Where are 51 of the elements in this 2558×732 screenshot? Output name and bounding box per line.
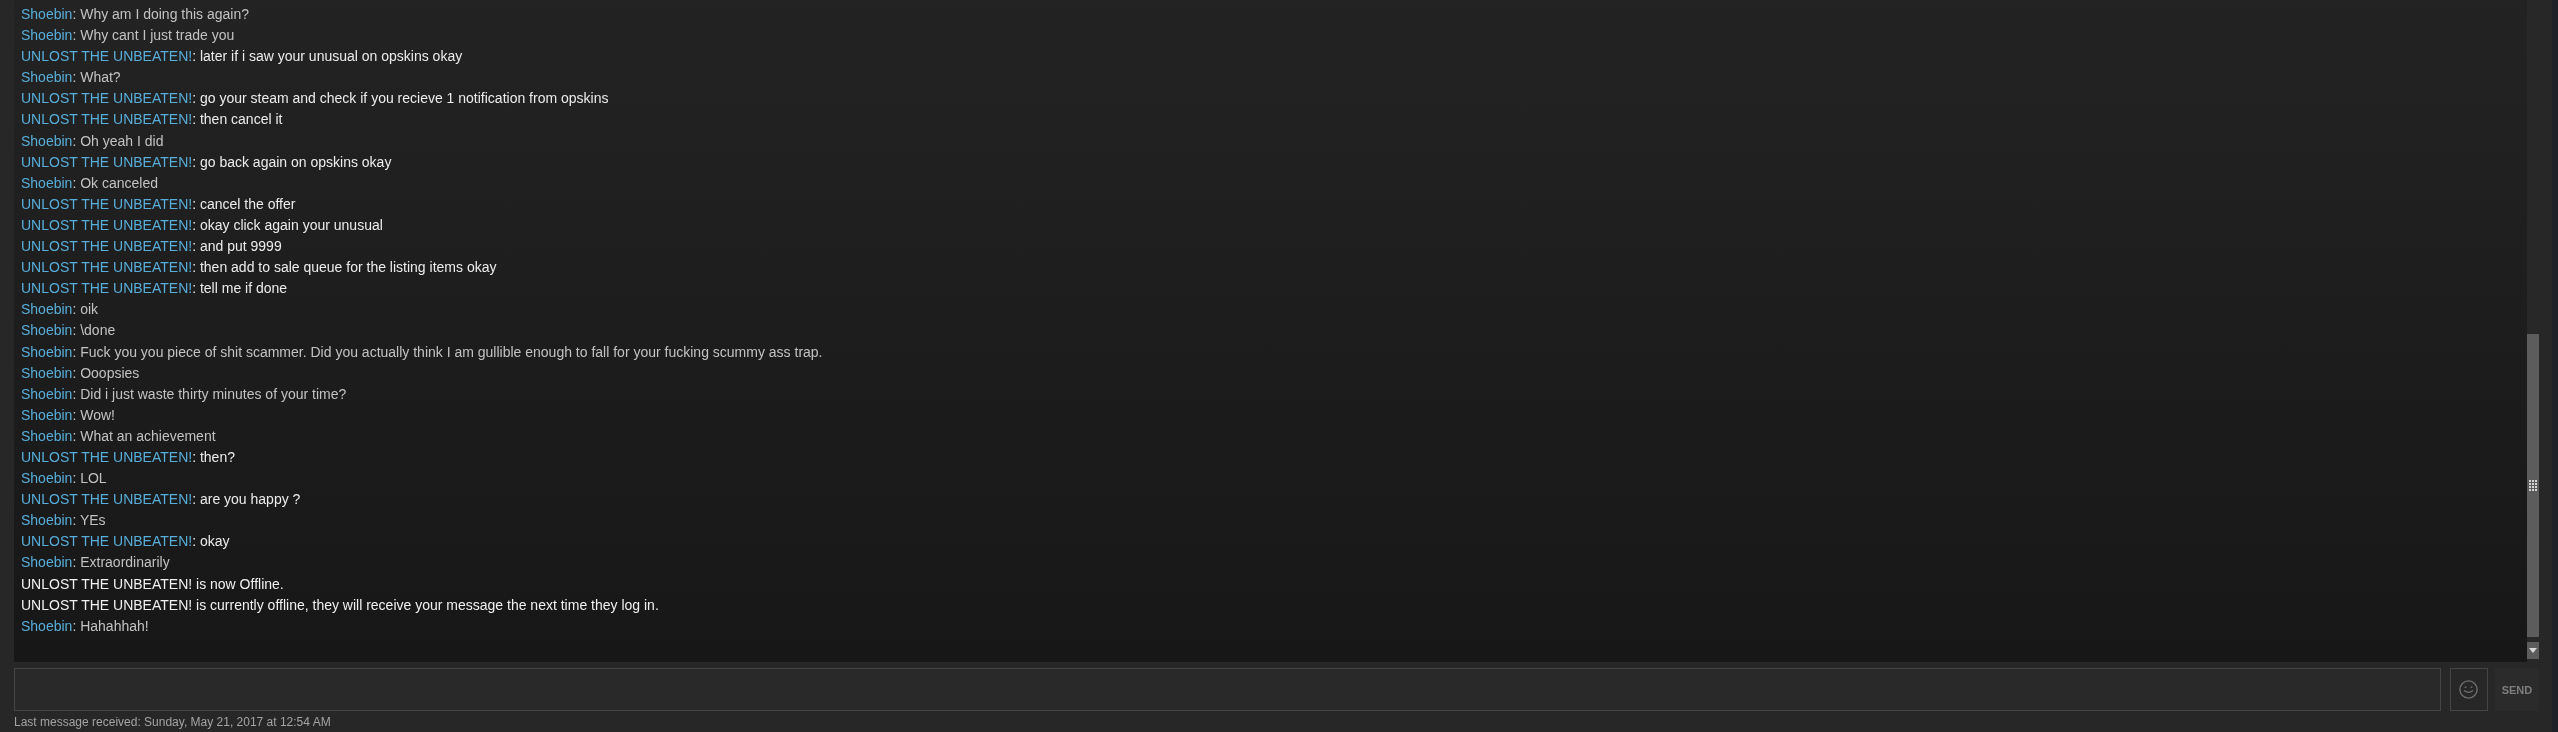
system-message: UNLOST THE UNBEATEN! is now Offline. [21, 575, 284, 592]
message-text: : Ooopsies [72, 364, 140, 381]
message-text: : tell me if done [192, 280, 288, 297]
message-text: : What? [72, 69, 121, 86]
sender-name: UNLOST THE UNBEATEN! [21, 533, 193, 550]
message-text: : Hahahhah! [72, 617, 149, 634]
sender-name: UNLOST THE UNBEATEN! [21, 216, 193, 233]
grip-icon [2529, 480, 2537, 491]
message-text: : then cancel it [192, 111, 283, 128]
sender-name: UNLOST THE UNBEATEN! [21, 48, 193, 65]
message-text: : then add to sale queue for the listing items okay [192, 259, 497, 276]
message-text: : and put 9999 [192, 238, 282, 255]
message-text: : go back again on opskins okay [192, 153, 392, 170]
message-text: : Wow! [72, 406, 115, 423]
message-text: : Why cant I just trade you [72, 27, 235, 44]
message-text: : go your steam and check if you recieve 1 notification from opskins [192, 90, 609, 107]
message-text: : Fuck you you piece of shit scammer. Did you actually think I am gullible enough to fall for your fucking scummy ass trap. [72, 343, 823, 360]
message-text: : Ok canceled [72, 174, 158, 191]
message-text: : are you happy ? [192, 491, 301, 508]
sender-name: UNLOST THE UNBEATEN! [21, 90, 193, 107]
message-text: : Extraordinarily [72, 554, 170, 571]
caret-down-icon [2529, 648, 2537, 653]
message-text: : okay [192, 533, 230, 550]
message-text: : Did i just waste thirty minutes of your time? [72, 385, 347, 402]
emoji-button[interactable] [2450, 668, 2488, 711]
sender-name: UNLOST THE UNBEATEN! [21, 238, 193, 255]
sender-name: UNLOST THE UNBEATEN! [21, 153, 193, 170]
scrollbar-thumb[interactable] [2527, 334, 2539, 637]
sender-name: UNLOST THE UNBEATEN! [21, 259, 193, 276]
sender-name: UNLOST THE UNBEATEN! [21, 448, 193, 465]
message-text: : \done [72, 322, 116, 339]
scroll-down-button[interactable] [2527, 642, 2539, 659]
sender-name: UNLOST THE UNBEATEN! [21, 280, 193, 297]
message-text: : LOL [72, 470, 107, 487]
last-message-status: Last message received: Sunday, May 21, 2017 at 12:54 AM [14, 714, 332, 731]
message-text: : Oh yeah I did [72, 132, 164, 149]
sender-name: UNLOST THE UNBEATEN! [21, 491, 193, 508]
message-text: : YEs [72, 512, 106, 529]
message-text: : What an achievement [72, 427, 216, 444]
message-text: : then? [192, 448, 235, 465]
sender-name: UNLOST THE UNBEATEN! [21, 195, 193, 212]
message-text: : later if i saw your unusual on opskins okay [192, 48, 463, 65]
message-text: : oik [72, 301, 99, 318]
message-text: : okay click again your unusual [192, 216, 383, 233]
message-input[interactable] [14, 668, 2441, 711]
message-text: : Why am I doing this again? [72, 6, 250, 22]
sender-name: UNLOST THE UNBEATEN! [21, 111, 193, 128]
system-message: UNLOST THE UNBEATEN! is currently offline, they will receive your message the next time they log in. [21, 596, 659, 613]
message-text: : cancel the offer [192, 195, 296, 212]
send-button[interactable]: SEND [2494, 668, 2539, 711]
smiley-icon [2459, 680, 2479, 699]
